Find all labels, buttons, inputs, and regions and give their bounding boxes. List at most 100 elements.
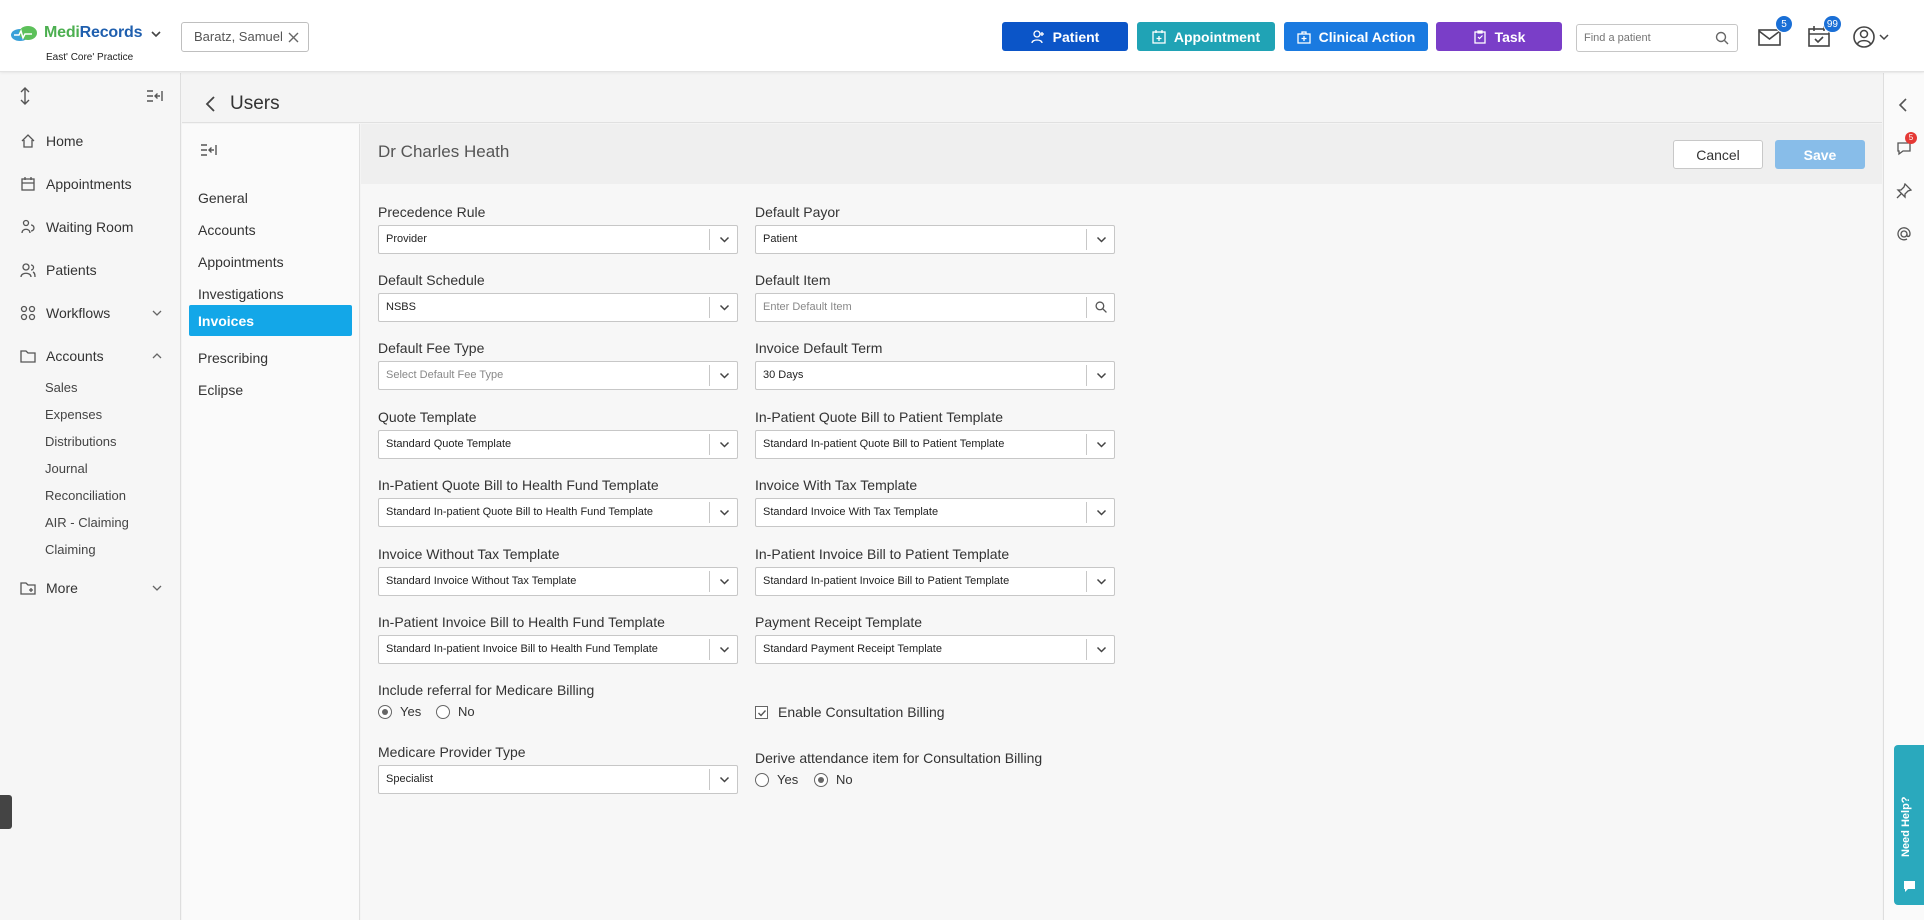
inpatient-invoice-patient-field: In-Patient Invoice Bill to Patient Templ… — [755, 546, 1115, 596]
dropdown-toggle[interactable] — [1086, 571, 1114, 592]
at-mention-icon[interactable] — [1896, 226, 1912, 242]
sidebar-item-more[interactable]: More — [0, 573, 181, 603]
inpatient-invoice-fund-select[interactable]: Standard In-patient Invoice Bill to Heal… — [378, 635, 738, 664]
subnav-item-prescribing[interactable]: Prescribing — [189, 342, 352, 373]
dropdown-toggle[interactable] — [1086, 229, 1114, 250]
chevron-down-icon[interactable] — [150, 27, 162, 39]
checkbox-checked[interactable] — [755, 705, 768, 719]
dropdown-toggle[interactable] — [709, 297, 737, 318]
dropdown-toggle[interactable] — [709, 434, 737, 455]
sidebar-subitem-expenses[interactable]: Expenses — [45, 407, 102, 422]
payment-receipt-select[interactable]: Standard Payment Receipt Template — [755, 635, 1115, 664]
radio-unchecked[interactable] — [755, 772, 769, 787]
subnav-item-invoices[interactable]: Invoices — [189, 305, 352, 336]
content-header: Dr Charles Heath Cancel Save — [361, 124, 1882, 184]
chat-button[interactable]: 5 — [1896, 132, 1917, 156]
selected-patient-chip[interactable]: Baratz, Samuel — [181, 22, 309, 52]
invoice-with-tax-select[interactable]: Standard Invoice With Tax Template — [755, 498, 1115, 527]
derive-attendance-no[interactable]: No — [814, 772, 853, 787]
select-value: Standard In-patient Quote Bill to Patien… — [763, 438, 1005, 450]
dropdown-toggle[interactable] — [709, 365, 737, 386]
medicare-provider-type-select[interactable]: Specialist — [378, 765, 738, 794]
subnav-item-eclipse[interactable]: Eclipse — [189, 374, 352, 405]
invoice-without-tax-select[interactable]: Standard Invoice Without Tax Template — [378, 567, 738, 596]
dropdown-toggle[interactable] — [709, 769, 737, 790]
subnav-item-general[interactable]: General — [189, 182, 352, 213]
search-icon[interactable] — [1715, 31, 1729, 45]
inpatient-quote-fund-select[interactable]: Standard In-patient Quote Bill to Health… — [378, 498, 738, 527]
sidebar-subitem-journal[interactable]: Journal — [45, 461, 88, 476]
radio-checked[interactable] — [814, 772, 828, 787]
user-menu-button[interactable] — [1852, 24, 1889, 50]
dropdown-toggle[interactable] — [709, 502, 737, 523]
default-fee-type-select[interactable]: Select Default Fee Type — [378, 361, 738, 390]
include-referral-no[interactable]: No — [436, 704, 475, 719]
sidebar-subitem-reconciliation[interactable]: Reconciliation — [45, 488, 126, 503]
need-help-tab[interactable]: Need Help? — [1894, 745, 1924, 905]
dropdown-toggle[interactable] — [709, 639, 737, 660]
need-help-label: Need Help? — [1900, 796, 1912, 857]
quote-template-select[interactable]: Standard Quote Template — [378, 430, 738, 459]
inpatient-quote-patient-select[interactable]: Standard In-patient Quote Bill to Patien… — [755, 430, 1115, 459]
chevron-up-icon — [152, 353, 162, 359]
chevron-down-icon — [1096, 236, 1107, 243]
dropdown-toggle[interactable] — [1086, 639, 1114, 660]
default-item-input[interactable]: Enter Default Item — [755, 293, 1115, 322]
search-button[interactable] — [1086, 297, 1114, 318]
back-arrow-icon[interactable] — [204, 95, 216, 113]
new-task-button[interactable]: Task — [1436, 22, 1562, 51]
sidebar-item-appointments[interactable]: Appointments — [0, 169, 181, 199]
dropdown-toggle[interactable] — [709, 229, 737, 250]
collapse-sidebar-icon[interactable] — [146, 88, 164, 104]
sidebar-item-patients[interactable]: Patients — [0, 255, 181, 285]
sidebar-item-home[interactable]: Home — [0, 126, 181, 156]
dropdown-toggle[interactable] — [1086, 434, 1114, 455]
new-patient-button[interactable]: Patient — [1002, 22, 1128, 51]
sidebar-subitem-distributions[interactable]: Distributions — [45, 434, 117, 449]
collapse-subnav-icon[interactable] — [200, 142, 218, 158]
sidebar-item-waiting-room[interactable]: Waiting Room — [0, 212, 181, 242]
find-patient-input[interactable] — [1577, 25, 1707, 51]
tasks-button[interactable]: 99 — [1806, 15, 1842, 50]
close-icon[interactable] — [288, 31, 299, 43]
subnav-item-appointments[interactable]: Appointments — [189, 246, 352, 277]
logo[interactable]: MediRecords — [10, 24, 162, 42]
sidebar-subitem-air-claiming[interactable]: AIR - Claiming — [45, 515, 129, 530]
sidebar-item-accounts[interactable]: Accounts — [0, 341, 181, 371]
subnav-item-accounts[interactable]: Accounts — [189, 214, 352, 245]
side-drawer-tab[interactable] — [0, 795, 12, 829]
enable-consultation-billing[interactable]: Enable Consultation Billing — [755, 704, 945, 720]
new-appointment-button[interactable]: Appointment — [1137, 22, 1275, 51]
default-schedule-select[interactable]: NSBS — [378, 293, 738, 322]
more-icon — [20, 582, 36, 595]
inpatient-invoice-patient-select[interactable]: Standard In-patient Invoice Bill to Pati… — [755, 567, 1115, 596]
select-value: Standard Quote Template — [386, 438, 512, 450]
dropdown-toggle[interactable] — [1086, 365, 1114, 386]
default-payor-select[interactable]: Patient — [755, 225, 1115, 254]
pin-icon[interactable] — [1896, 183, 1912, 199]
messages-button[interactable]: 5 — [1757, 15, 1793, 50]
resize-vertical-icon[interactable] — [18, 87, 32, 105]
precedence-rule-select[interactable]: Provider — [378, 225, 738, 254]
derive-attendance-yes[interactable]: Yes — [755, 772, 798, 787]
invoice-default-term-select[interactable]: 30 Days — [755, 361, 1115, 390]
clinical-action-button[interactable]: Clinical Action — [1284, 22, 1428, 51]
chevron-down-icon — [1096, 372, 1107, 379]
dropdown-toggle[interactable] — [709, 571, 737, 592]
radio-unchecked[interactable] — [436, 704, 450, 719]
field-label: In-Patient Quote Bill to Patient Templat… — [755, 409, 1003, 425]
dropdown-toggle[interactable] — [1086, 502, 1114, 523]
clipboard-icon — [1473, 29, 1486, 44]
chevron-down-icon — [1096, 441, 1107, 448]
chevron-left-icon[interactable] — [1896, 97, 1912, 113]
select-value: Standard In-patient Invoice Bill to Heal… — [386, 643, 658, 655]
cancel-button[interactable]: Cancel — [1673, 140, 1763, 169]
sidebar-subitem-claiming[interactable]: Claiming — [45, 542, 96, 557]
save-button[interactable]: Save — [1775, 140, 1865, 169]
radio-checked[interactable] — [378, 704, 392, 719]
sidebar-subitem-sales[interactable]: Sales — [45, 380, 78, 395]
include-referral-yes[interactable]: Yes — [378, 704, 421, 719]
practice-name: East' Core' Practice — [46, 52, 134, 63]
sidebar-item-workflows[interactable]: Workflows — [0, 298, 181, 328]
invoice-without-tax-field: Invoice Without Tax Template Standard In… — [378, 546, 738, 596]
